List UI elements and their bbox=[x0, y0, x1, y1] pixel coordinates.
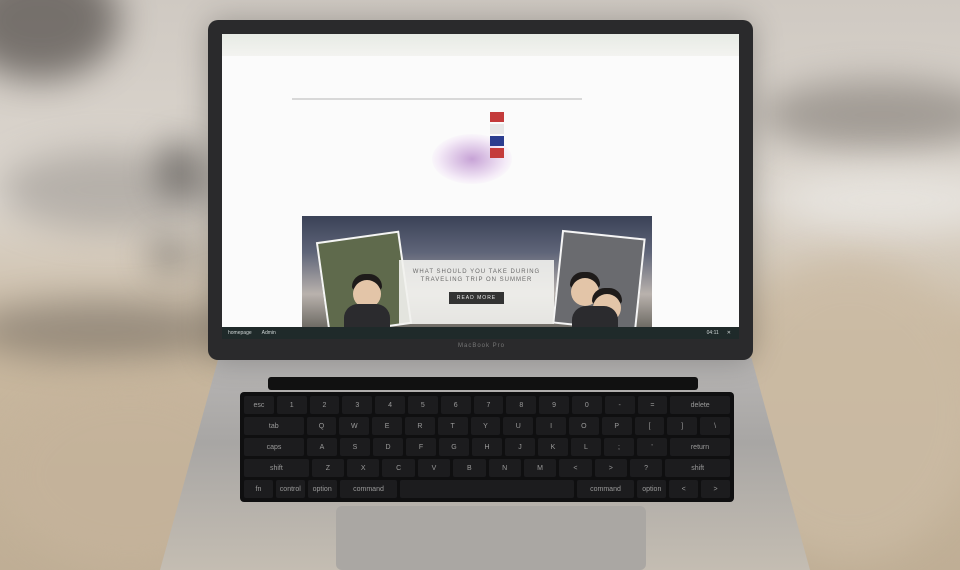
key[interactable]: 3 bbox=[342, 396, 373, 414]
key[interactable]: 6 bbox=[440, 396, 471, 414]
key[interactable]: O bbox=[568, 417, 599, 435]
key[interactable]: N bbox=[488, 459, 521, 477]
keyboard-row: shift Z X C V B N M < >? shift bbox=[244, 459, 731, 477]
key[interactable]: ; bbox=[604, 438, 634, 456]
key[interactable]: Z bbox=[311, 459, 345, 477]
key[interactable]: delete bbox=[670, 396, 730, 414]
key[interactable]: K bbox=[538, 438, 568, 456]
key[interactable]: 2 bbox=[309, 396, 340, 414]
key[interactable]: esc bbox=[244, 396, 274, 414]
key[interactable]: > bbox=[701, 480, 730, 498]
touch-bar[interactable] bbox=[268, 377, 698, 390]
key[interactable]: P bbox=[601, 417, 632, 435]
key[interactable]: C bbox=[382, 459, 415, 477]
key[interactable]: > bbox=[594, 459, 627, 477]
key[interactable]: B bbox=[453, 459, 486, 477]
key[interactable]: 8 bbox=[506, 396, 537, 414]
key[interactable]: H bbox=[472, 438, 502, 456]
key[interactable]: option bbox=[637, 480, 667, 498]
taskbar-admin[interactable]: Admin bbox=[262, 327, 276, 339]
key[interactable]: T bbox=[437, 417, 468, 435]
hero-banner: WHAT SHOULD YOU TAKE DURING TRAVELING TR… bbox=[302, 216, 652, 336]
laptop-screen: WHAT SHOULD YOU TAKE DURING TRAVELING TR… bbox=[222, 34, 739, 339]
key[interactable]: 0 bbox=[571, 396, 602, 414]
key[interactable]: fn bbox=[244, 480, 273, 498]
key[interactable]: L bbox=[571, 438, 601, 456]
key[interactable]: caps bbox=[244, 438, 304, 456]
key[interactable]: F bbox=[406, 438, 436, 456]
key[interactable]: control bbox=[275, 480, 305, 498]
laptop-lid: WHAT SHOULD YOU TAKE DURING TRAVELING TR… bbox=[208, 20, 753, 360]
taskbar: homepage Admin 04:11 ✕ bbox=[222, 327, 739, 339]
key[interactable]: J bbox=[505, 438, 535, 456]
key[interactable]: R bbox=[404, 417, 435, 435]
key[interactable]: = bbox=[637, 396, 668, 414]
key[interactable]: E bbox=[372, 417, 402, 435]
key[interactable]: 5 bbox=[407, 396, 438, 414]
key[interactable]: shift bbox=[244, 459, 309, 477]
key[interactable]: U bbox=[503, 417, 534, 435]
key[interactable]: 1 bbox=[276, 396, 307, 414]
key[interactable]: G bbox=[439, 438, 469, 456]
taskbar-home[interactable]: homepage bbox=[228, 327, 252, 339]
key[interactable]: Q bbox=[306, 417, 337, 435]
nav-menu bbox=[292, 98, 582, 100]
site-logo[interactable] bbox=[490, 112, 504, 158]
key[interactable]: [ bbox=[634, 417, 665, 435]
brand-label: MacBook Pro bbox=[458, 343, 506, 349]
key[interactable]: D bbox=[373, 438, 403, 456]
hero-card: WHAT SHOULD YOU TAKE DURING TRAVELING TR… bbox=[399, 260, 554, 324]
key[interactable]: V bbox=[417, 459, 451, 477]
key[interactable]: 9 bbox=[539, 396, 569, 414]
key[interactable]: A bbox=[307, 438, 337, 456]
key[interactable]: Y bbox=[470, 417, 501, 435]
keyboard-row: fn control option command command option < > bbox=[244, 480, 730, 498]
key[interactable]: ' bbox=[637, 438, 667, 456]
key[interactable]: \ bbox=[700, 417, 730, 435]
key[interactable]: < bbox=[559, 459, 592, 477]
key[interactable]: shift bbox=[665, 459, 731, 477]
key[interactable]: command bbox=[339, 480, 398, 498]
key[interactable]: - bbox=[604, 396, 635, 414]
key[interactable]: W bbox=[339, 417, 370, 435]
key[interactable]: return bbox=[670, 438, 730, 456]
key[interactable]: command bbox=[576, 480, 635, 498]
key[interactable]: M bbox=[523, 459, 557, 477]
key[interactable]: ] bbox=[667, 417, 698, 435]
keyboard-row: esc 1 2 3 4 5 6 7 8 9 0- = delete bbox=[244, 396, 730, 414]
close-icon[interactable]: ✕ bbox=[727, 327, 731, 339]
keyboard-row: tab Q W E R T Y U I O P[] \ bbox=[244, 417, 730, 435]
key[interactable] bbox=[400, 480, 574, 498]
trackpad[interactable] bbox=[336, 506, 646, 570]
keyboard-row: caps A S D F G H J K L; ' return bbox=[244, 438, 730, 456]
key[interactable]: I bbox=[536, 417, 566, 435]
key[interactable]: option bbox=[307, 480, 337, 498]
key[interactable]: tab bbox=[244, 417, 304, 435]
read-more-button[interactable]: READ MORE bbox=[448, 292, 505, 304]
taskbar-clock: 04:11 bbox=[706, 330, 719, 336]
key[interactable]: 7 bbox=[473, 396, 504, 414]
key[interactable]: < bbox=[669, 480, 699, 498]
key[interactable]: ? bbox=[629, 459, 663, 477]
key[interactable]: X bbox=[347, 459, 380, 477]
key[interactable]: 4 bbox=[375, 396, 405, 414]
hero-title: WHAT SHOULD YOU TAKE DURING TRAVELING TR… bbox=[412, 269, 541, 283]
key[interactable]: S bbox=[340, 438, 370, 456]
keyboard: esc 1 2 3 4 5 6 7 8 9 0- = delete tab Q W E R T Y U I O P[] \ cap… bbox=[240, 392, 734, 502]
browser-toolbar bbox=[222, 34, 739, 56]
